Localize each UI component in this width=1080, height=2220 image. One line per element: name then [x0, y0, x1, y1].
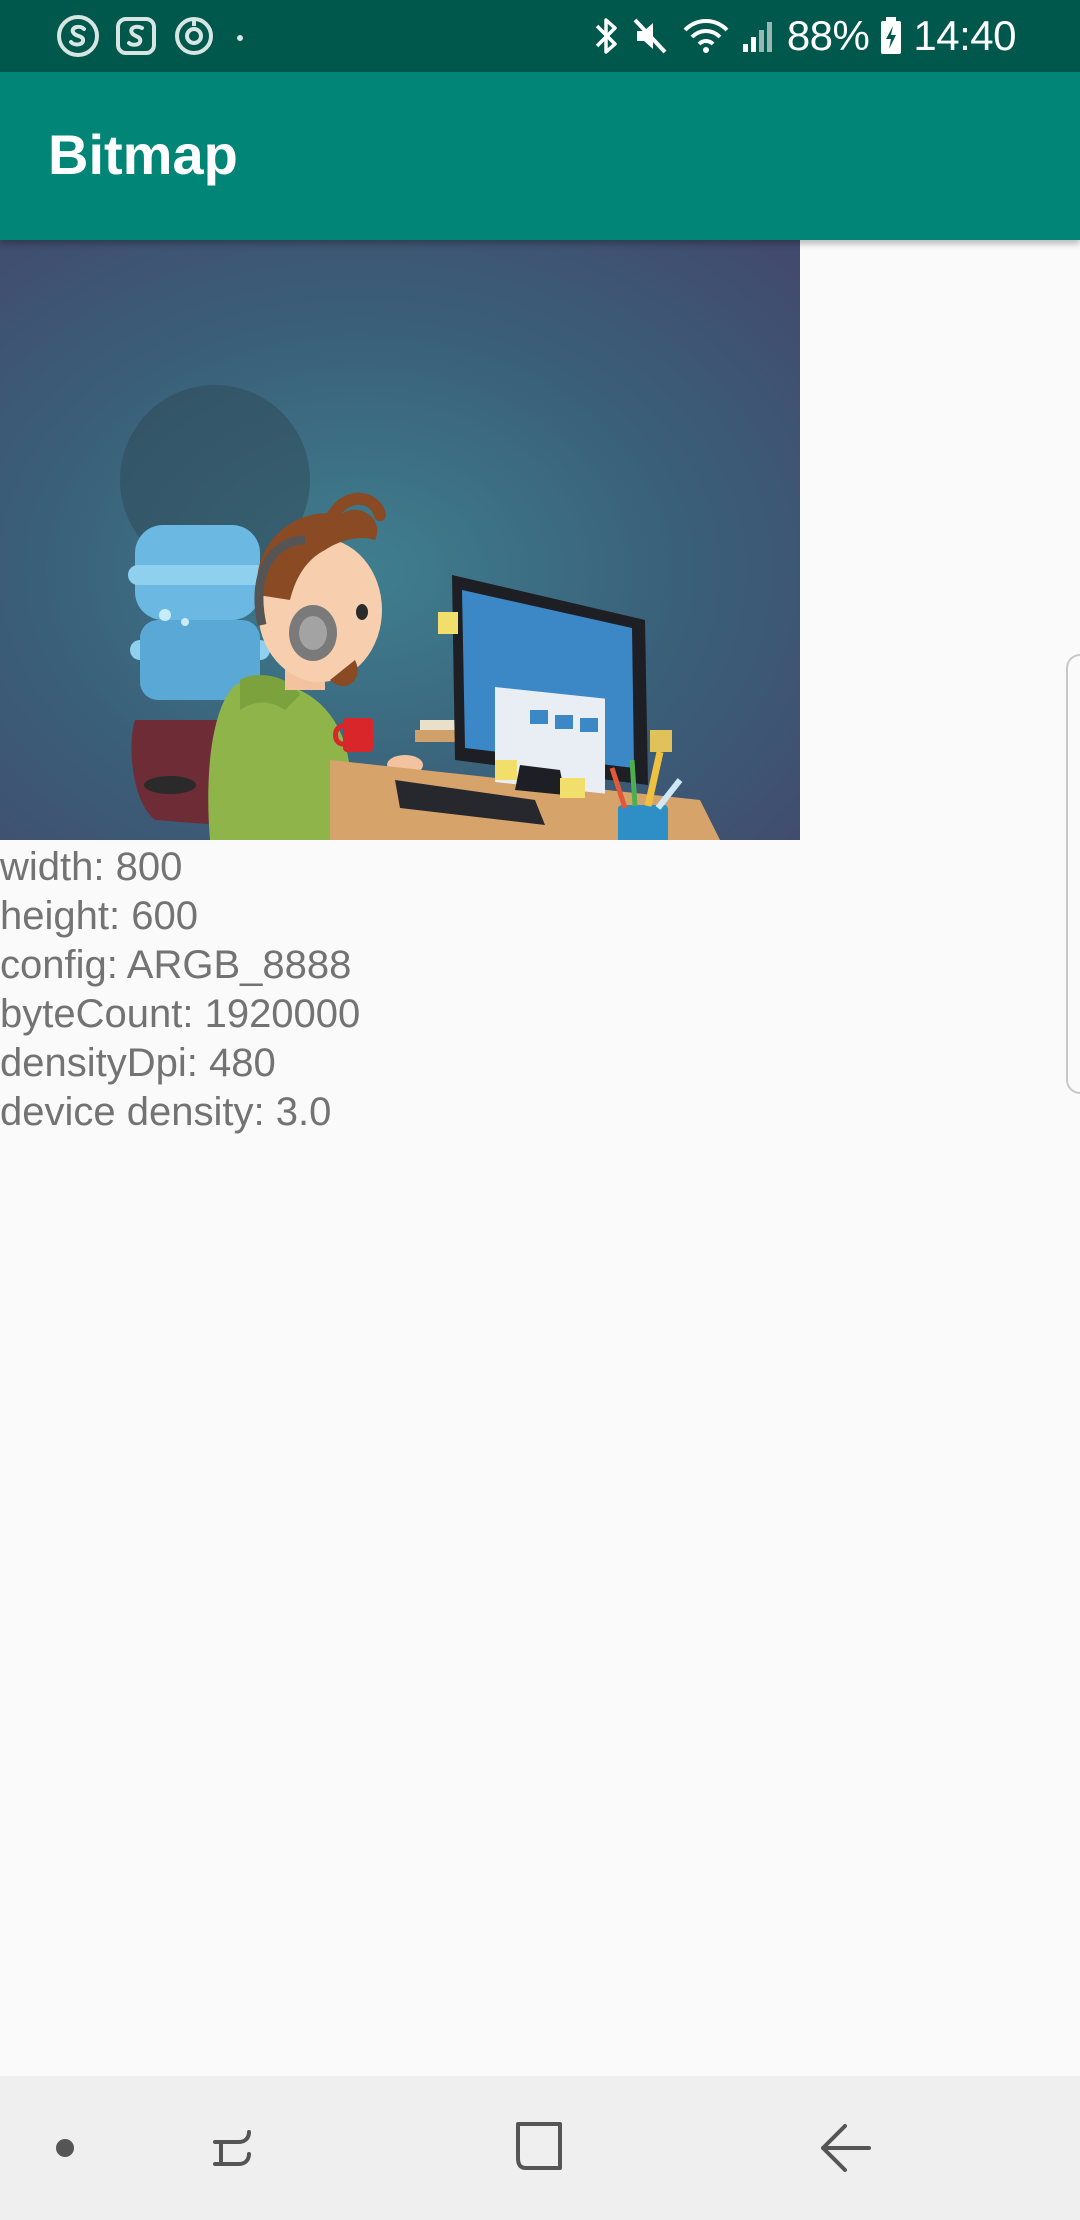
home-button[interactable] [480, 2076, 600, 2220]
status-bar: 88% 14:40 [0, 0, 1080, 72]
info-height: height: 600 [0, 894, 198, 938]
app-bar: Bitmap [0, 72, 1080, 240]
status-bar-notifications [56, 12, 250, 60]
screen: 88% 14:40 Bitmap width: 800 height: 600 … [0, 0, 1080, 2220]
edge-panel-handle[interactable] [1066, 654, 1080, 1094]
mute-icon [631, 14, 671, 58]
bluetooth-icon [591, 14, 621, 58]
info-byte-count: byteCount: 1920000 [0, 992, 361, 1036]
wifi-icon [681, 14, 731, 58]
bitmap-image [0, 240, 800, 840]
dot-icon [53, 2136, 77, 2160]
info-density-dpi: densityDpi: 480 [0, 1041, 276, 1085]
clock: 14:40 [913, 12, 1016, 59]
recents-icon [205, 2118, 265, 2178]
sync-icon [172, 14, 216, 58]
skype-icon [56, 14, 100, 58]
recents-button[interactable] [180, 2076, 290, 2220]
swiftkey-icon [114, 14, 158, 58]
battery-percentage: 88% [786, 12, 870, 59]
status-bar-system: 88% 14:40 [591, 10, 1016, 62]
home-icon [510, 2118, 570, 2178]
developer-illustration [0, 240, 800, 840]
navigation-bar [0, 2076, 1080, 2220]
notification-dot-icon [230, 14, 250, 58]
info-config: config: ARGB_8888 [0, 943, 352, 987]
back-button[interactable] [790, 2076, 900, 2220]
battery-charging-icon [879, 14, 903, 58]
info-width: width: 800 [0, 845, 183, 889]
app-title: Bitmap [48, 123, 238, 186]
back-icon [815, 2118, 875, 2178]
info-device-density: device density: 3.0 [0, 1090, 332, 1134]
bitmap-info-list: width: 800 height: 600 config: ARGB_8888… [0, 843, 800, 1137]
signal-icon [741, 14, 777, 58]
nav-dot-button[interactable] [30, 2076, 100, 2220]
